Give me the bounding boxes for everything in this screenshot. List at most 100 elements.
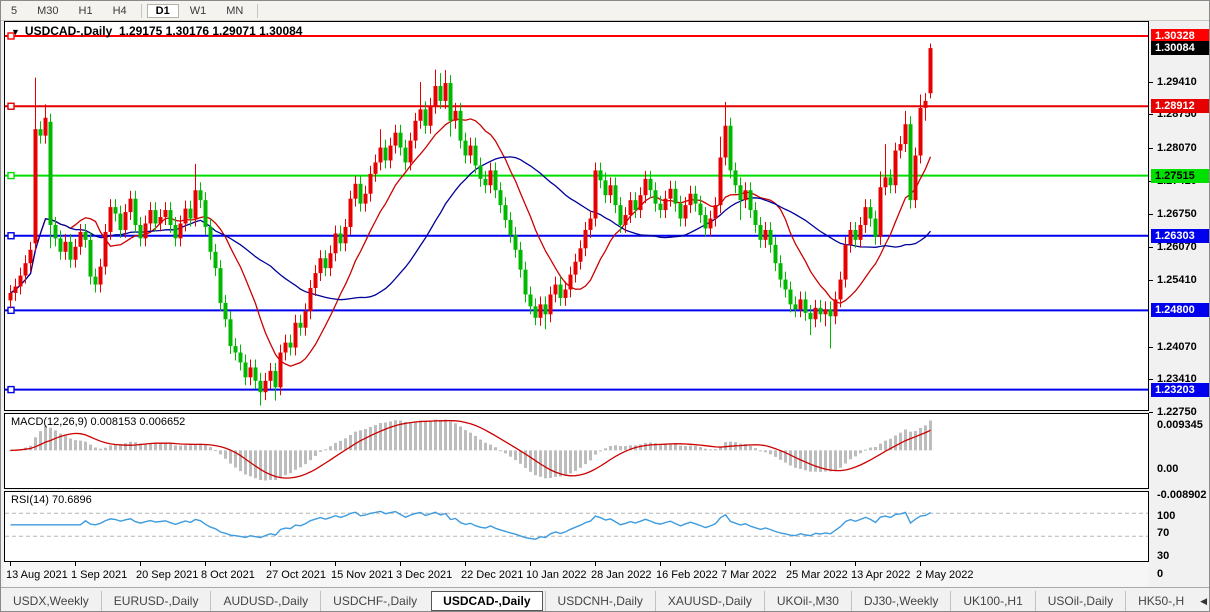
candle-body bbox=[29, 250, 33, 263]
time-tick bbox=[205, 562, 206, 566]
chart-tab-eurusddaily[interactable]: EURUSD-,Daily bbox=[101, 591, 211, 611]
timeframe-button-mn[interactable]: MN bbox=[217, 4, 252, 18]
timeframe-button-5[interactable]: 5 bbox=[2, 4, 26, 18]
candle-body bbox=[379, 148, 383, 163]
candle-body bbox=[869, 207, 873, 218]
candle-body bbox=[214, 252, 218, 268]
macd-histogram-bar bbox=[684, 446, 687, 450]
macd-histogram-bar bbox=[874, 447, 877, 450]
macd-histogram-bar bbox=[794, 450, 797, 467]
candle-body bbox=[519, 250, 523, 270]
candle-body bbox=[109, 207, 113, 232]
chart-tab-hk50h[interactable]: HK50-,H bbox=[1125, 591, 1196, 611]
candle-body bbox=[69, 242, 73, 260]
macd-histogram-bar bbox=[769, 450, 772, 454]
candle-body bbox=[289, 343, 293, 348]
level-anchor[interactable] bbox=[8, 387, 14, 393]
timeframe-button-h4[interactable]: H4 bbox=[104, 4, 136, 18]
candle-body bbox=[514, 235, 518, 250]
chart-tab-dj30weekly[interactable]: DJ30-,Weekly bbox=[851, 591, 950, 611]
level-anchor[interactable] bbox=[8, 233, 14, 239]
macd-histogram-bar bbox=[319, 450, 322, 452]
candle-body bbox=[529, 294, 533, 306]
candle-body bbox=[429, 106, 433, 126]
candle-body bbox=[159, 217, 163, 223]
candle-body bbox=[929, 48, 933, 93]
macd-histogram-bar bbox=[894, 435, 897, 450]
chart-dropdown-icon[interactable]: ▼ bbox=[11, 27, 20, 37]
timeframe-toolbar: 5M30H1H4 D1W1MN bbox=[1, 1, 1209, 21]
candle-body bbox=[779, 263, 783, 279]
time-tick bbox=[270, 562, 271, 566]
candle-body bbox=[614, 185, 618, 205]
time-axis[interactable]: 13 Aug 20211 Sep 202120 Sep 20218 Oct 20… bbox=[4, 562, 1149, 587]
candle-body bbox=[384, 148, 388, 161]
price-tick bbox=[1149, 412, 1153, 413]
chart-tab-usdxweekly[interactable]: USDX,Weekly bbox=[1, 591, 101, 611]
macd-histogram-bar bbox=[64, 436, 67, 451]
candle-body bbox=[894, 151, 898, 186]
date-label: 20 Sep 2021 bbox=[136, 569, 198, 581]
candle-body bbox=[254, 367, 258, 380]
timeframe-button-h1[interactable]: H1 bbox=[70, 4, 102, 18]
time-tick bbox=[725, 562, 726, 566]
chart-tab-audusddaily[interactable]: AUDUSD-,Daily bbox=[210, 591, 320, 611]
candle-body bbox=[859, 225, 863, 240]
macd-histogram-bar bbox=[549, 450, 552, 478]
date-label: 28 Jan 2022 bbox=[591, 569, 652, 581]
chart-tab-usdchfdaily[interactable]: USDCHF-,Daily bbox=[320, 591, 429, 611]
candle-body bbox=[454, 111, 458, 121]
timeframe-button-d1[interactable]: D1 bbox=[147, 4, 179, 18]
candle-body bbox=[504, 205, 508, 220]
chart-tab-uk100h1[interactable]: UK100-,H1 bbox=[950, 591, 1034, 611]
macd-histogram-bar bbox=[879, 444, 882, 451]
candle-body bbox=[544, 304, 548, 314]
candle-body bbox=[144, 223, 148, 238]
candle-body bbox=[354, 184, 358, 199]
rsi-indicator-panel[interactable] bbox=[4, 491, 1149, 562]
chart-tab-usdcaddaily[interactable]: USDCAD-,Daily bbox=[431, 591, 542, 611]
macd-histogram-bar bbox=[864, 450, 867, 451]
level-anchor[interactable] bbox=[8, 173, 14, 179]
macd-histogram-bar bbox=[504, 450, 507, 453]
candle-body bbox=[714, 205, 718, 218]
chart-tab-usdcnhdaily[interactable]: USDCNH-,Daily bbox=[545, 591, 655, 611]
candle-body bbox=[584, 230, 588, 248]
current-price-badge: 1.30084 bbox=[1151, 41, 1209, 55]
date-label: 27 Oct 2021 bbox=[266, 569, 326, 581]
macd-histogram-bar bbox=[739, 444, 742, 451]
macd-histogram-bar bbox=[859, 450, 862, 453]
candle-body bbox=[829, 309, 833, 316]
time-tick bbox=[920, 562, 921, 566]
candle-body bbox=[794, 304, 798, 309]
chart-tab-ukoilm30[interactable]: UKOil-,M30 bbox=[764, 591, 851, 611]
timeframe-button-m30[interactable]: M30 bbox=[28, 4, 67, 18]
timeframe-button-w1[interactable]: W1 bbox=[181, 4, 216, 18]
date-label: 13 Aug 2021 bbox=[6, 569, 68, 581]
macd-histogram-bar bbox=[564, 450, 567, 475]
macd-histogram-bar bbox=[614, 445, 617, 450]
chart-symbol-label: USDCAD-,Daily bbox=[25, 24, 112, 38]
price-tick bbox=[1149, 379, 1153, 380]
macd-histogram-bar bbox=[129, 442, 132, 451]
candle-body bbox=[309, 288, 313, 311]
macd-histogram-bar bbox=[44, 426, 47, 451]
candle-body bbox=[49, 122, 53, 225]
macd-histogram-bar bbox=[434, 420, 437, 451]
chart-tab-xauusddaily[interactable]: XAUUSD-,Daily bbox=[655, 591, 764, 611]
chart-tab-usoildaily[interactable]: USOil-,Daily bbox=[1035, 591, 1125, 611]
price-chart-panel[interactable] bbox=[4, 21, 1149, 411]
candle-body bbox=[484, 179, 488, 185]
candle-body bbox=[324, 258, 328, 268]
candle-body bbox=[599, 170, 603, 180]
candle-body bbox=[79, 232, 83, 247]
level-anchor[interactable] bbox=[8, 103, 14, 109]
price-axis[interactable]: 1.294101.287501.280701.274101.267501.260… bbox=[1149, 21, 1210, 562]
candle-body bbox=[834, 299, 838, 316]
macd-histogram-bar bbox=[324, 449, 327, 450]
tab-scroll-left-button[interactable]: ◀ bbox=[1196, 594, 1210, 609]
macd-histogram-bar bbox=[619, 446, 622, 450]
macd-histogram-bar bbox=[604, 448, 607, 450]
price-tick bbox=[1149, 148, 1153, 149]
candle-body bbox=[619, 205, 623, 225]
